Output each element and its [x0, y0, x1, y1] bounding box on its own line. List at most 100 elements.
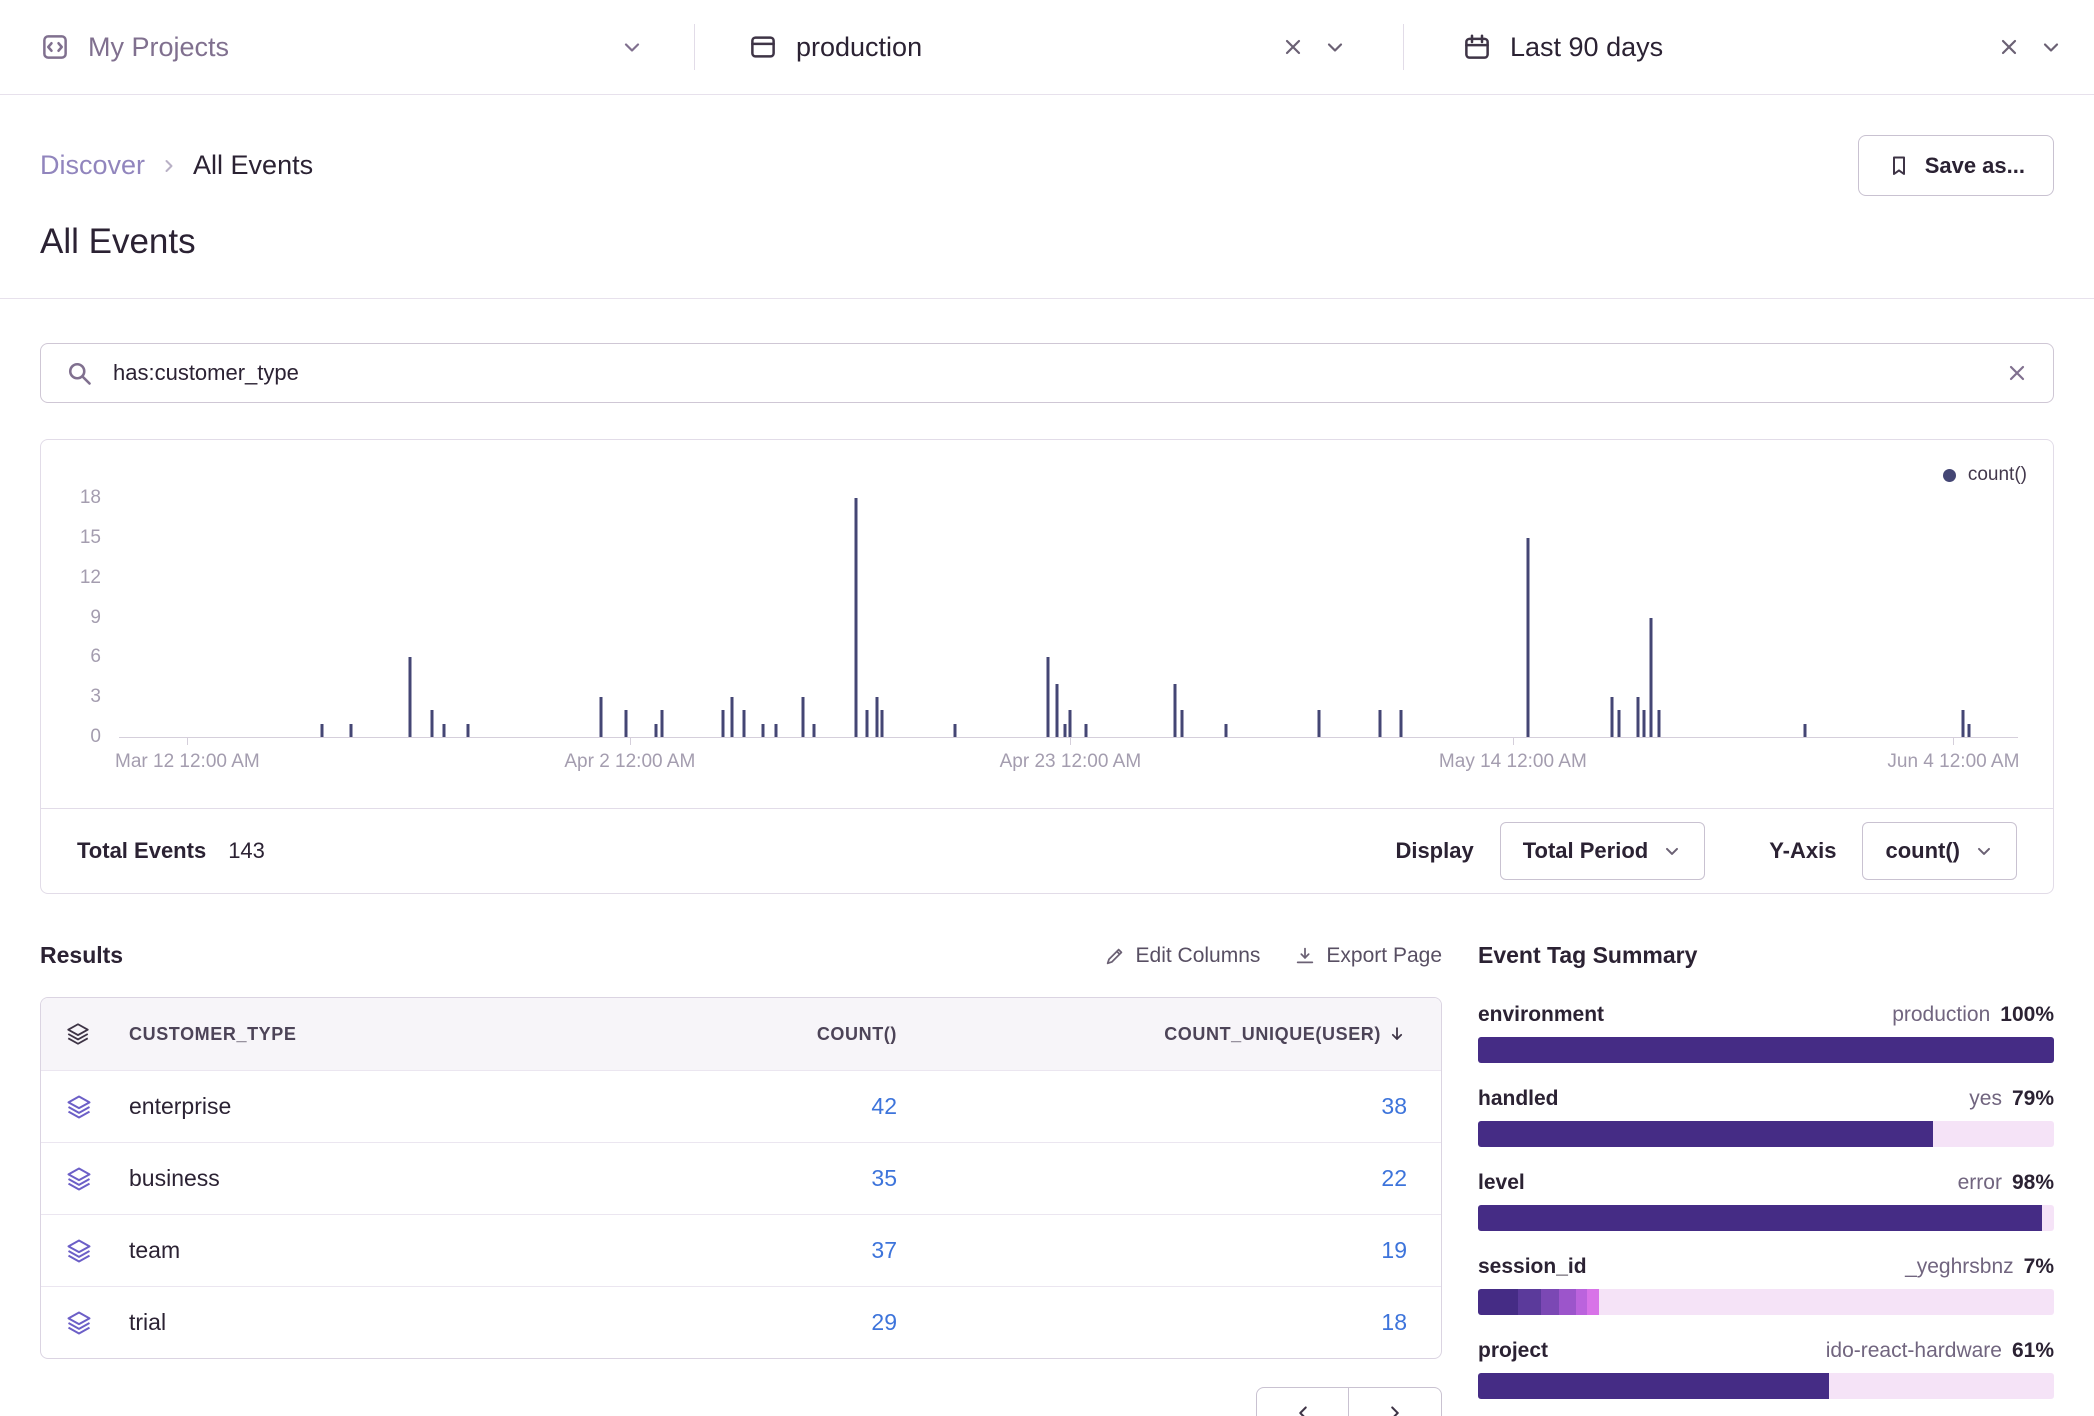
pagination-prev-button[interactable]: [1256, 1387, 1349, 1416]
tag-bar-segment[interactable]: [1829, 1373, 2054, 1399]
breadcrumb-discover[interactable]: Discover: [40, 150, 145, 181]
chart-bar[interactable]: [1610, 697, 1613, 737]
chart-bar[interactable]: [854, 498, 857, 737]
display-select[interactable]: Total Period: [1500, 822, 1706, 880]
tag-bar-segment[interactable]: [1478, 1289, 1518, 1315]
chart-bar[interactable]: [467, 724, 470, 737]
column-header-customer-type[interactable]: CUSTOMER_TYPE: [129, 1024, 597, 1045]
chart-bar[interactable]: [1069, 710, 1072, 737]
chevron-down-icon[interactable]: [620, 35, 644, 59]
chart-bar[interactable]: [761, 724, 764, 737]
count-value[interactable]: 37: [597, 1237, 897, 1264]
chart-bar[interactable]: [1181, 710, 1184, 737]
chart-bar[interactable]: [408, 657, 411, 737]
chart-bar[interactable]: [953, 724, 956, 737]
column-header-count[interactable]: COUNT(): [597, 1024, 897, 1045]
chart-bar[interactable]: [731, 697, 734, 737]
chart-bar[interactable]: [1173, 684, 1176, 737]
count-unique-value[interactable]: 18: [897, 1309, 1407, 1336]
chart-bar[interactable]: [775, 724, 778, 737]
count-unique-value[interactable]: 22: [897, 1165, 1407, 1192]
search-bar[interactable]: [40, 343, 2054, 403]
date-range-selector[interactable]: Last 90 days: [1404, 0, 2094, 94]
clear-search-icon[interactable]: [2005, 361, 2029, 385]
count-value[interactable]: 29: [597, 1309, 897, 1336]
tag-distribution-bar[interactable]: [1478, 1121, 2054, 1147]
tag-bar-segment[interactable]: [1933, 1121, 2054, 1147]
tag-distribution-bar[interactable]: [1478, 1289, 2054, 1315]
chart-bar[interactable]: [1967, 724, 1970, 737]
chart-bar[interactable]: [1658, 710, 1661, 737]
chart-bar[interactable]: [625, 710, 628, 737]
chart-bar[interactable]: [813, 724, 816, 737]
project-selector[interactable]: My Projects: [0, 0, 694, 94]
chart-bar[interactable]: [1637, 697, 1640, 737]
chart-bar[interactable]: [1804, 724, 1807, 737]
export-page-button[interactable]: Export Page: [1294, 944, 1442, 968]
chart-bar[interactable]: [1056, 684, 1059, 737]
pagination-next-button[interactable]: [1349, 1387, 1442, 1416]
tag-bar-segment[interactable]: [2042, 1205, 2054, 1231]
yaxis-select[interactable]: count(): [1862, 822, 2017, 880]
clear-environment-icon[interactable]: [1281, 35, 1305, 59]
table-row[interactable]: enterprise 42 38: [41, 1070, 1441, 1142]
chart-bar[interactable]: [1046, 657, 1049, 737]
chevron-down-icon[interactable]: [1323, 35, 1347, 59]
chart-bar[interactable]: [1318, 710, 1321, 737]
tag-bar-segment[interactable]: [1576, 1289, 1588, 1315]
chart-bar[interactable]: [1961, 710, 1964, 737]
chart-bar[interactable]: [349, 724, 352, 737]
chart-bar[interactable]: [431, 710, 434, 737]
chart-legend[interactable]: count(): [1943, 464, 2027, 486]
tag-distribution-bar[interactable]: [1478, 1205, 2054, 1231]
tag-bar-segment[interactable]: [1559, 1289, 1576, 1315]
save-as-button[interactable]: Save as...: [1858, 135, 2054, 196]
chart-bar[interactable]: [600, 697, 603, 737]
count-unique-value[interactable]: 19: [897, 1237, 1407, 1264]
tag-bar-segment[interactable]: [1478, 1037, 2054, 1063]
chevron-down-icon[interactable]: [2039, 35, 2063, 59]
clear-date-range-icon[interactable]: [1997, 35, 2021, 59]
column-header-count-unique[interactable]: COUNT_UNIQUE(USER): [897, 1024, 1407, 1045]
count-value[interactable]: 35: [597, 1165, 897, 1192]
chart-bar[interactable]: [1650, 618, 1653, 738]
events-chart[interactable]: count() 0369121518Mar 12 12:00 AMApr 2 1…: [41, 440, 2053, 808]
chart-bar[interactable]: [1063, 724, 1066, 737]
tag-bar-segment[interactable]: [1587, 1289, 1599, 1315]
environment-selector[interactable]: production: [695, 0, 1403, 94]
tag-bar-segment[interactable]: [1478, 1373, 1829, 1399]
chart-bar[interactable]: [1527, 538, 1530, 737]
chart-bar[interactable]: [661, 710, 664, 737]
chart-bar[interactable]: [655, 724, 658, 737]
chart-plot-area[interactable]: 0369121518Mar 12 12:00 AMApr 2 12:00 AMA…: [119, 498, 2018, 738]
tag-distribution-bar[interactable]: [1478, 1037, 2054, 1063]
chart-bar[interactable]: [881, 710, 884, 737]
tag-bar-segment[interactable]: [1599, 1289, 2054, 1315]
chart-bar[interactable]: [321, 724, 324, 737]
chart-bar[interactable]: [801, 697, 804, 737]
chart-bar[interactable]: [1225, 724, 1228, 737]
search-input[interactable]: [113, 360, 1985, 386]
tag-bar-segment[interactable]: [1478, 1205, 2042, 1231]
tag-bar-segment[interactable]: [1478, 1121, 1933, 1147]
chart-bar[interactable]: [875, 697, 878, 737]
count-unique-value[interactable]: 38: [897, 1093, 1407, 1120]
chart-bar[interactable]: [721, 710, 724, 737]
tag-block: level error 98%: [1478, 1171, 2054, 1231]
table-row[interactable]: team 37 19: [41, 1214, 1441, 1286]
chart-bar[interactable]: [866, 710, 869, 737]
table-row[interactable]: business 35 22: [41, 1142, 1441, 1214]
tag-distribution-bar[interactable]: [1478, 1373, 2054, 1399]
tag-bar-segment[interactable]: [1518, 1289, 1541, 1315]
chart-bar[interactable]: [1378, 710, 1381, 737]
chart-bar[interactable]: [742, 710, 745, 737]
edit-columns-button[interactable]: Edit Columns: [1104, 944, 1261, 968]
chart-bar[interactable]: [1618, 710, 1621, 737]
count-value[interactable]: 42: [597, 1093, 897, 1120]
chart-bar[interactable]: [1642, 710, 1645, 737]
chart-bar[interactable]: [1399, 710, 1402, 737]
table-row[interactable]: trial 29 18: [41, 1286, 1441, 1358]
chart-bar[interactable]: [442, 724, 445, 737]
chart-bar[interactable]: [1084, 724, 1087, 737]
tag-bar-segment[interactable]: [1541, 1289, 1558, 1315]
